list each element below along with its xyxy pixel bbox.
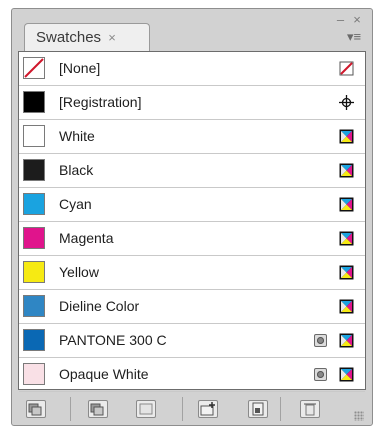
cmyk-process-icon — [339, 129, 354, 144]
new-color-group-button[interactable] — [198, 400, 218, 418]
cmyk-process-icon — [339, 265, 354, 280]
swatch-chip — [23, 227, 45, 249]
swatch-name: Opaque White — [59, 366, 149, 382]
toolbar-divider — [70, 397, 71, 421]
new-swatch-button[interactable] — [248, 400, 268, 418]
swatch-name: [Registration] — [59, 94, 142, 110]
tab-close-icon[interactable]: × — [108, 30, 116, 45]
trash-icon — [304, 403, 316, 416]
color-swatch-stack-icon — [90, 403, 104, 416]
cmyk-process-icon — [339, 333, 354, 348]
swatch-name: Dieline Color — [59, 298, 140, 314]
tab-swatches[interactable]: Swatches × — [24, 23, 150, 51]
swatch-name: PANTONE 300 C — [59, 332, 167, 348]
swatch-chip — [23, 57, 45, 79]
swatch-stack-icon — [28, 403, 42, 416]
folder-plus-icon — [200, 402, 215, 416]
swatch-name: Black — [59, 162, 94, 178]
swatch-name: Yellow — [59, 264, 99, 280]
panel-menu-icon[interactable]: ▾≡ — [345, 30, 363, 44]
swatch-row[interactable]: [None] — [19, 52, 365, 86]
cmyk-process-icon — [339, 231, 354, 246]
swatches-panel: – × Swatches × ▾≡ [None] [Registration] Wh… — [11, 8, 373, 426]
swatch-row[interactable]: Opaque White — [19, 358, 365, 392]
new-page-icon — [252, 402, 264, 416]
swatch-chip — [23, 193, 45, 215]
swatch-chip — [23, 329, 45, 351]
window-controls: – × — [335, 11, 363, 26]
swatch-list: [None] [Registration] White Black Cyan Magent… — [18, 51, 366, 392]
gradient-swatch-icon — [139, 403, 153, 415]
resize-grip[interactable] — [354, 411, 364, 421]
swatch-row[interactable]: Cyan — [19, 188, 365, 222]
swatch-row[interactable]: Magenta — [19, 222, 365, 256]
show-gradient-swatches-button[interactable] — [136, 400, 156, 418]
swatch-row[interactable]: Dieline Color — [19, 290, 365, 324]
cmyk-process-icon — [339, 367, 354, 382]
swatch-name: Cyan — [59, 196, 92, 212]
show-all-swatches-button[interactable] — [26, 400, 46, 418]
swatch-row[interactable]: [Registration] — [19, 86, 365, 120]
toolbar-divider — [280, 397, 281, 421]
swatch-row[interactable]: Yellow — [19, 256, 365, 290]
cmyk-process-icon — [339, 163, 354, 178]
registration-icon — [339, 95, 354, 110]
swatch-name: [None] — [59, 60, 101, 76]
swatch-name: White — [59, 128, 95, 144]
spot-color-icon — [314, 334, 327, 347]
swatch-chip — [23, 261, 45, 283]
swatch-chip — [23, 295, 45, 317]
swatch-chip — [23, 91, 45, 113]
delete-swatch-button[interactable] — [300, 400, 320, 418]
swatch-row[interactable]: PANTONE 300 C — [19, 324, 365, 358]
toolbar-divider — [182, 397, 183, 421]
swatch-chip — [23, 363, 45, 385]
swatch-row[interactable]: Black — [19, 154, 365, 188]
cmyk-process-icon — [339, 197, 354, 212]
tab-label: Swatches — [36, 29, 102, 46]
minimize-icon[interactable]: – — [335, 13, 347, 26]
swatch-row[interactable]: White — [19, 120, 365, 154]
swatch-chip — [23, 159, 45, 181]
swatch-name: Magenta — [59, 230, 114, 246]
close-icon[interactable]: × — [351, 13, 363, 26]
spot-color-icon — [314, 368, 327, 381]
show-color-swatches-button[interactable] — [88, 400, 108, 418]
panel-toolbar — [18, 395, 366, 423]
none-swatch-icon — [339, 61, 354, 76]
cmyk-process-icon — [339, 299, 354, 314]
swatch-chip — [23, 125, 45, 147]
